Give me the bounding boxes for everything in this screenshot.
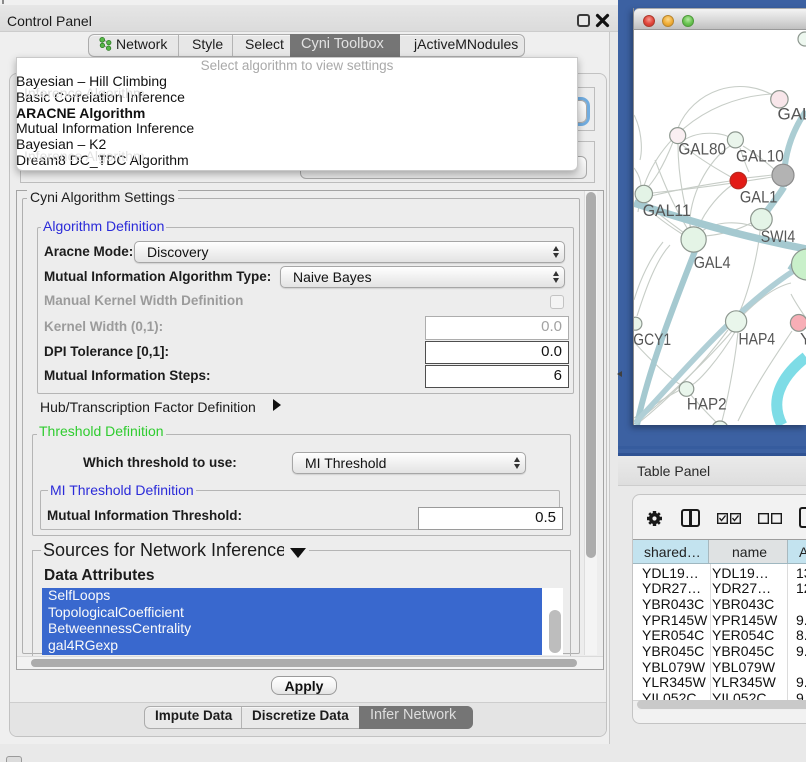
svg-text:GAL11: GAL11 [643,201,691,220]
svg-text:GAL80: GAL80 [678,140,726,159]
svg-text:GAL4: GAL4 [694,253,731,272]
svg-text:GAL2: GAL2 [778,105,806,124]
svg-text:GAL1: GAL1 [740,188,778,207]
svg-text:YBR: YBR [800,329,806,348]
svg-text:GCY1: GCY1 [634,330,671,349]
svg-text:HAP2: HAP2 [687,395,727,414]
svg-text:GAL10: GAL10 [736,146,784,165]
svg-text:HAP4: HAP4 [739,329,776,348]
svg-text:SWI4: SWI4 [761,227,796,246]
